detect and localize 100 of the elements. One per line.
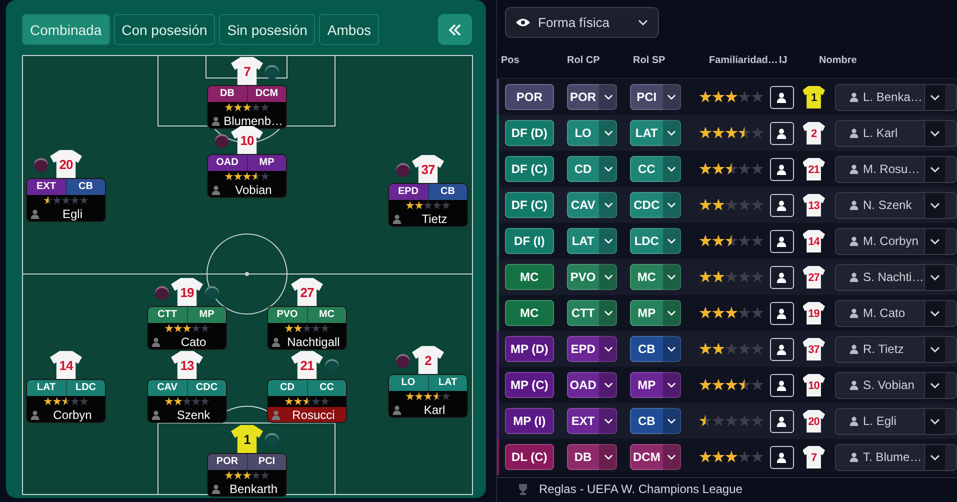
role-label: EPD [389, 184, 428, 200]
role-dropdown[interactable]: CD [566, 156, 618, 182]
player-card[interactable]: PVO MC Nachtigall [267, 306, 347, 350]
role-dropdown[interactable]: LO [566, 120, 618, 146]
tab[interactable]: Sin posesión [219, 14, 316, 45]
person-icon [776, 236, 788, 246]
person-icon [849, 272, 860, 282]
player-button[interactable] [770, 338, 794, 360]
role-dropdown[interactable]: EPD [566, 336, 618, 362]
person-icon [151, 410, 161, 420]
person-icon [30, 208, 40, 218]
player-dropdown[interactable]: R. Tietz [835, 336, 957, 362]
role-label: OAD [208, 155, 246, 171]
role-dropdown[interactable]: MP [630, 300, 681, 326]
player-dropdown[interactable]: T. Blume… [835, 444, 957, 470]
column-header: Familiaridad… [709, 54, 779, 66]
player-dropdown[interactable]: M. Cato [835, 300, 957, 326]
player-name: Tietz [420, 212, 448, 226]
player-button[interactable] [770, 302, 794, 324]
role-dropdown[interactable]: LDC [630, 228, 681, 254]
role-dropdown[interactable]: CB [630, 408, 681, 434]
player-dropdown[interactable]: L. Egli [835, 408, 957, 434]
shirt-number: 1 [802, 86, 826, 108]
player-button[interactable] [770, 86, 794, 108]
role-dropdown[interactable]: CDC [630, 192, 681, 218]
role-dropdown[interactable]: DCM [630, 444, 681, 470]
player-dropdown[interactable]: L. Karl [835, 120, 957, 146]
player-card[interactable]: LAT LDC Corbyn [26, 379, 106, 423]
player-dropdown[interactable]: M. Rosu… [835, 156, 957, 182]
role-label: CAV [148, 380, 186, 396]
tab[interactable]: Combinada [22, 14, 110, 45]
player-button[interactable] [770, 122, 794, 144]
rules-label: Reglas - UEFA W. Champions League [539, 482, 742, 496]
person-icon [211, 484, 221, 494]
player-dropdown[interactable]: S. Nachti… [835, 264, 957, 290]
role-dropdown[interactable]: CTT [566, 300, 618, 326]
player-card[interactable]: EXT CB Egli [26, 178, 106, 222]
role-label: EXT [27, 179, 66, 195]
shirt-number: 7 [231, 57, 263, 85]
player-card[interactable]: CD CC Rosucci [267, 379, 347, 423]
player-card[interactable]: CAV CDC Szenk [147, 379, 227, 423]
role-label: LAT [27, 380, 66, 396]
role-dropdown[interactable]: OAD [566, 372, 618, 398]
player-card[interactable]: CTT MP Cato [147, 306, 227, 350]
view-dropdown[interactable]: Forma física [505, 7, 659, 38]
person-icon [776, 452, 788, 462]
player-button[interactable] [770, 230, 794, 252]
person-icon [849, 92, 860, 102]
role-dropdown[interactable]: MP [630, 372, 681, 398]
person-icon [776, 344, 788, 354]
player-button[interactable] [770, 374, 794, 396]
role-label: LO [389, 375, 428, 391]
player-dropdown[interactable]: N. Szenk [835, 192, 957, 218]
player-dropdown[interactable]: M. Corbyn [835, 228, 957, 254]
role-dropdown[interactable]: LAT [630, 120, 681, 146]
person-icon [849, 452, 860, 462]
player-button[interactable] [770, 410, 794, 432]
role-dropdown[interactable]: LAT [566, 228, 618, 254]
position-badge: MP (I) [505, 408, 554, 434]
tab[interactable]: Ambos [319, 14, 379, 45]
caret-icon [604, 274, 613, 280]
player-card[interactable]: EPD CB Tietz [388, 183, 468, 227]
role-label: MP [186, 307, 226, 323]
person-icon [151, 336, 161, 346]
player-card[interactable]: OAD MP Vobian [207, 154, 287, 198]
position-badge: POR [505, 84, 554, 110]
player-card[interactable]: POR PCI Benkarth [207, 453, 287, 497]
position-badge: DF (D) [505, 120, 554, 146]
role-dropdown[interactable]: DB [566, 444, 618, 470]
role-dropdown[interactable]: CAV [566, 192, 618, 218]
role-dropdown[interactable]: MC [630, 264, 681, 290]
caret-icon [604, 310, 613, 316]
player-name: Blumenb… [224, 114, 283, 128]
player-button[interactable] [770, 446, 794, 468]
player-button[interactable] [770, 194, 794, 216]
person-icon [849, 308, 860, 318]
player-button[interactable] [770, 266, 794, 288]
role-dropdown[interactable]: EXT [566, 408, 618, 434]
shirt-number: 21 [291, 351, 323, 379]
caret-icon [930, 166, 940, 172]
player-dropdown[interactable]: S. Vobian [835, 372, 957, 398]
role-dropdown[interactable]: PCI [630, 84, 681, 110]
shirt-number: 1 [231, 425, 263, 453]
caret-icon [667, 94, 676, 100]
person-icon [776, 272, 788, 282]
caret-icon [667, 130, 676, 136]
role-dropdown[interactable]: PVO [566, 264, 618, 290]
role-dropdown[interactable]: CB [630, 336, 681, 362]
player-button[interactable] [770, 158, 794, 180]
role-dropdown[interactable]: CC [630, 156, 681, 182]
shirt-number: 14 [50, 351, 82, 379]
player-card[interactable]: DB DCM Blumenb… [207, 85, 287, 129]
collapse-button[interactable] [438, 14, 472, 45]
player-dropdown[interactable]: L. Benka… [835, 84, 957, 110]
shirt-number: 14 [802, 230, 826, 252]
role-dropdown[interactable]: POR [566, 84, 618, 110]
tab[interactable]: Con posesión [114, 14, 216, 45]
role-label: CD [268, 380, 306, 396]
person-icon [211, 184, 221, 194]
player-card[interactable]: LO LAT Karl [388, 374, 468, 418]
